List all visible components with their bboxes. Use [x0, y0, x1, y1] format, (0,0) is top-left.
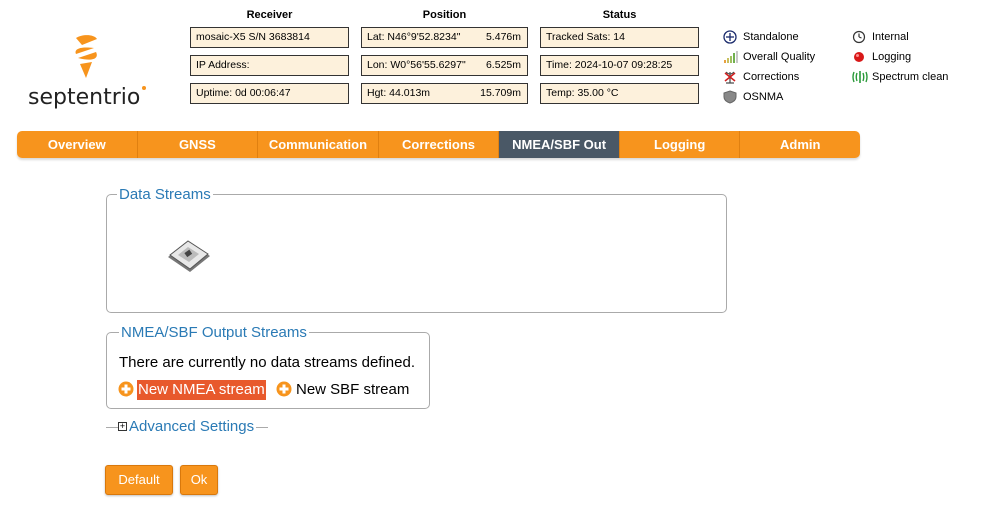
plus-icon [276, 381, 292, 397]
crosshair-icon [723, 30, 737, 44]
legend-spectrum-label: Spectrum clean [872, 71, 949, 83]
status-temp: Temp: 35.00 °C [540, 83, 699, 104]
new-nmea-stream-label: New NMEA stream [137, 380, 266, 400]
status-sats: Tracked Sats: 14 [540, 27, 699, 48]
legend-standalone-label: Standalone [743, 31, 799, 43]
tab-corrections[interactable]: Corrections [379, 131, 500, 158]
advanced-settings-toggle[interactable]: + Advanced Settings [106, 418, 271, 436]
tab-gnss[interactable]: GNSS [138, 131, 259, 158]
signal-bars-icon [724, 51, 738, 63]
hgt-error: 15.709m [480, 87, 521, 99]
lat-value: Lat: N46°9'52.8234" [367, 31, 461, 43]
legend-internal-label: Internal [872, 31, 909, 43]
tab-admin[interactable]: Admin [740, 131, 860, 158]
new-sbf-stream-label: New SBF stream [296, 381, 410, 398]
advanced-settings-label: Advanced Settings [129, 418, 255, 435]
divider [106, 427, 118, 428]
tab-nmea-sbf-out[interactable]: NMEA/SBF Out [499, 131, 620, 158]
legend-osnma-label: OSNMA [743, 91, 784, 103]
tab-logging[interactable]: Logging [620, 131, 741, 158]
corrections-antenna-icon [724, 71, 736, 84]
legend-logging-label: Logging [872, 51, 912, 63]
tab-overview[interactable]: Overview [17, 131, 138, 158]
ok-button[interactable]: Ok [180, 465, 218, 495]
data-streams-legend: Data Streams [117, 186, 213, 204]
spectrum-wave-icon [852, 71, 868, 83]
receiver-model: mosaic-X5 S/N 3683814 [190, 27, 349, 48]
septentrio-logo: septentrio [28, 34, 150, 114]
position-lon: Lon: W0°56'55.6297" 6.525m [361, 55, 528, 76]
position-heading: Position [422, 9, 467, 21]
receiver-module-icon[interactable] [166, 238, 212, 276]
main-nav: Overview GNSS Communication Corrections … [17, 131, 860, 158]
divider [256, 427, 268, 428]
no-streams-message: There are currently no data streams defi… [119, 354, 415, 371]
logo-dot [142, 86, 146, 90]
status-time: Time: 2024-10-07 09:28:25 [540, 55, 699, 76]
expand-icon: + [118, 421, 127, 431]
lon-value: Lon: W0°56'55.6297" [367, 59, 466, 71]
legend-quality-label: Overall Quality [743, 51, 816, 63]
default-button[interactable]: Default [105, 465, 173, 495]
plus-icon [118, 381, 134, 397]
receiver-heading: Receiver [246, 9, 293, 21]
tab-communication[interactable]: Communication [258, 131, 379, 158]
hgt-value: Hgt: 44.013m [367, 87, 431, 99]
lon-error: 6.525m [485, 59, 521, 71]
septentrio-logo-icon [75, 35, 97, 78]
clock-icon [852, 30, 866, 44]
logo-text: septentrio [28, 85, 141, 110]
shield-icon [723, 90, 737, 104]
logging-dot-icon [854, 52, 864, 62]
receiver-ip: IP Address: [190, 55, 349, 76]
position-lat: Lat: N46°9'52.8234" 5.476m [361, 27, 528, 48]
status-heading: Status [602, 9, 637, 21]
output-streams-legend: NMEA/SBF Output Streams [119, 324, 309, 342]
position-hgt: Hgt: 44.013m 15.709m [361, 83, 528, 104]
legend-corrections-label: Corrections [743, 71, 800, 83]
lat-error: 5.476m [485, 31, 521, 43]
receiver-uptime: Uptime: 0d 00:06:47 [190, 83, 349, 104]
